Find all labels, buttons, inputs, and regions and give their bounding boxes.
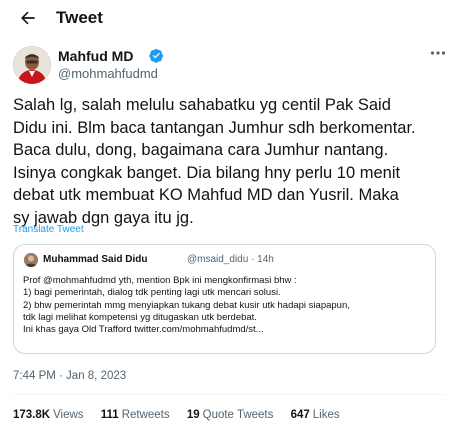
- quoted-author-name: Muhammad Said Didu: [43, 254, 148, 265]
- quoted-avatar: [24, 253, 38, 267]
- quotes-count: 19: [186, 409, 200, 421]
- likes-label: Likes: [312, 409, 340, 421]
- views-label: Views: [53, 409, 84, 421]
- author-handle[interactable]: @mohmahfudmd: [58, 66, 158, 81]
- author-name[interactable]: Mahfud MD: [58, 48, 133, 64]
- retweets-stat[interactable]: 111 Retweets: [101, 409, 170, 421]
- quoted-tweet[interactable]: Muhammad Said Didu @msaid_didu · 14h Pro…: [13, 244, 436, 354]
- quoted-text: Prof @mohmahfudmd yth, mention Bpk ini m…: [23, 275, 350, 336]
- quotes-label: Quote Tweets: [202, 409, 274, 421]
- tweet-timestamp[interactable]: 7:44 PM · Jan 8, 2023: [13, 370, 126, 382]
- verified-badge-icon: [149, 48, 164, 63]
- more-dots-icon[interactable]: [430, 50, 446, 56]
- translate-tweet-link[interactable]: Translate Tweet: [13, 224, 84, 235]
- quotes-stat[interactable]: 19 Quote Tweets: [187, 409, 274, 421]
- retweets-count: 111: [100, 409, 119, 421]
- avatar[interactable]: [13, 46, 51, 84]
- views-stat: 173.8K Views: [13, 409, 84, 421]
- arrow-left-icon[interactable]: [18, 8, 38, 28]
- page-title: Tweet: [56, 8, 103, 27]
- tweet-text: Salah lg, salah melulu sahabatku yg cent…: [13, 96, 416, 227]
- likes-stat[interactable]: 647 Likes: [291, 409, 340, 421]
- retweets-label: Retweets: [121, 409, 170, 421]
- divider: [13, 394, 445, 395]
- tweet-stats: 173.8K Views 111 Retweets 19 Quote Tweets 6…: [13, 409, 354, 421]
- tweet-header: Tweet: [0, 0, 459, 36]
- quoted-author-meta: @msaid_didu · 14h: [187, 254, 274, 265]
- views-count: 173.8K: [13, 409, 51, 421]
- likes-count: 647: [290, 409, 310, 421]
